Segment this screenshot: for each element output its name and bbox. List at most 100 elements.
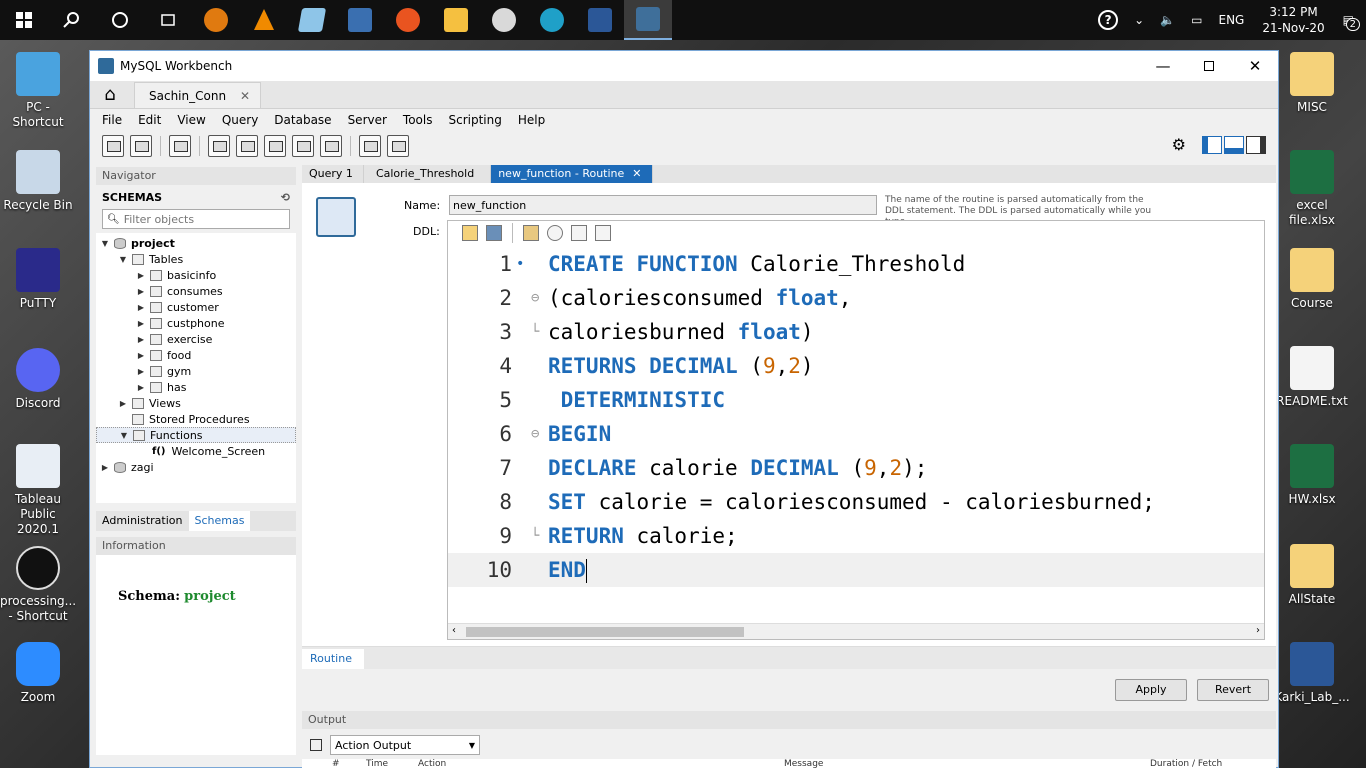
tree-node-table[interactable]: ▶ customer (96, 299, 296, 315)
taskbar-app-ubuntu[interactable] (384, 0, 432, 40)
refresh-icon[interactable]: ⟲ (281, 191, 290, 207)
menu-view[interactable]: View (169, 113, 213, 127)
tree-node-table[interactable]: ▶ food (96, 347, 296, 363)
desktop-icon-recycle-bin[interactable]: Recycle Bin (0, 150, 76, 213)
filter-box[interactable]: 🔍︎ (102, 209, 290, 229)
clock[interactable]: 3:12 PM 21-Nov-20 (1262, 4, 1324, 36)
menu-file[interactable]: File (94, 113, 130, 127)
reconnect-icon[interactable] (387, 135, 409, 157)
desktop-icon-karki-lab[interactable]: Karki_Lab_... (1274, 642, 1350, 705)
horizontal-scrollbar[interactable]: ‹ › (448, 623, 1264, 639)
tree-node-table[interactable]: ▶ gym (96, 363, 296, 379)
home-tab[interactable]: ⌂ (90, 80, 130, 108)
apply-button[interactable]: Apply (1115, 679, 1187, 701)
tab-schemas[interactable]: Schemas (188, 511, 251, 531)
taskbar-app-explorer[interactable] (432, 0, 480, 40)
taskbar-app-vlc[interactable] (240, 0, 288, 40)
word-wrap-icon[interactable] (595, 225, 611, 241)
create-procedure-icon[interactable] (292, 135, 314, 157)
taskbar-app-word[interactable] (576, 0, 624, 40)
desktop-icon-excel-file[interactable]: excel file.xlsx (1274, 150, 1350, 228)
desktop-icon-hw[interactable]: HW.xlsx (1274, 444, 1350, 507)
tree-node-views[interactable]: ▶ Views (96, 395, 296, 411)
tab-new-function-routine[interactable]: new_function - Routine ✕ (491, 165, 653, 183)
menu-server[interactable]: Server (340, 113, 395, 127)
code-line[interactable]: 2 ⊖ (caloriesconsumed float, (448, 281, 1264, 315)
connection-tab[interactable]: Sachin_Conn ✕ (134, 82, 262, 108)
expand-arrow-icon[interactable]: ▶ (136, 271, 146, 280)
chevron-up-icon[interactable]: ⌄ (1134, 13, 1144, 27)
scroll-right-icon[interactable]: › (1256, 625, 1260, 636)
create-view-icon[interactable] (264, 135, 286, 157)
collapse-arrow-icon[interactable]: ▼ (118, 255, 128, 264)
volume-icon[interactable]: 🔈 (1160, 13, 1175, 27)
new-sql-tab-icon[interactable] (102, 135, 124, 157)
tree-node-table[interactable]: ▶ has (96, 379, 296, 395)
search-button[interactable] (48, 0, 96, 40)
desktop-icon-tableau[interactable]: Tableau Public 2020.1 (0, 444, 76, 537)
expand-arrow-icon[interactable]: ▶ (136, 367, 146, 376)
menu-query[interactable]: Query (214, 113, 266, 127)
create-function-icon[interactable] (320, 135, 342, 157)
code-line[interactable]: 1 • CREATE FUNCTION Calorie_Threshold (448, 247, 1264, 281)
code-line[interactable]: 10 END (448, 553, 1264, 587)
create-schema-icon[interactable] (208, 135, 230, 157)
column-header-message[interactable]: Message (784, 759, 823, 768)
tree-node-table[interactable]: ▶ consumes (96, 283, 296, 299)
invisible-chars-icon[interactable] (571, 225, 587, 241)
title-bar[interactable]: MySQL Workbench — ✕ (90, 51, 1278, 81)
close-tab-icon[interactable]: ✕ (240, 89, 250, 103)
tree-node-table[interactable]: ▶ exercise (96, 331, 296, 347)
tree-node-function[interactable]: f() Welcome_Screen (96, 443, 296, 459)
battery-icon[interactable]: ▭ (1191, 13, 1202, 27)
expand-arrow-icon[interactable]: ▶ (136, 303, 146, 312)
tab-query-1[interactable]: Query 1 (302, 165, 364, 183)
notification-icon[interactable]: ▤2 (1343, 13, 1360, 31)
ddl-editor[interactable]: 1 • CREATE FUNCTION Calorie_Threshold 2 ⊖ (ca… (447, 220, 1265, 640)
inspector-icon[interactable] (169, 135, 191, 157)
find-icon[interactable] (547, 225, 563, 241)
tree-node-table[interactable]: ▶ basicinfo (96, 267, 296, 283)
search-table-data-icon[interactable] (359, 135, 381, 157)
scrollbar-thumb[interactable] (466, 627, 744, 637)
filter-input[interactable] (123, 212, 284, 226)
task-view-button[interactable] (144, 0, 192, 40)
help-icon[interactable]: ? (1098, 10, 1119, 30)
expand-arrow-icon[interactable]: ▶ (100, 463, 110, 472)
toggle-secondary-sidebar-icon[interactable] (1246, 135, 1266, 154)
column-header-duration[interactable]: Duration / Fetch (1150, 759, 1222, 768)
desktop-icon-processing[interactable]: processing... - Shortcut (0, 546, 76, 624)
taskbar-app-notes[interactable] (288, 0, 336, 40)
column-header-number[interactable]: # (332, 759, 340, 768)
collapse-arrow-icon[interactable]: ▼ (119, 431, 129, 440)
tree-node-tables[interactable]: ▼ Tables (96, 251, 296, 267)
tree-node-functions[interactable]: ▼ Functions (96, 427, 296, 443)
close-button[interactable]: ✕ (1232, 51, 1278, 81)
output-type-select[interactable]: Action Output ▼ (330, 735, 480, 755)
desktop-icon-readme[interactable]: README.txt (1274, 346, 1350, 409)
desktop-icon-allstate[interactable]: AllState (1274, 544, 1350, 607)
tab-calorie-threshold[interactable]: Calorie_Threshold (364, 165, 492, 183)
code-line[interactable]: 5 DETERMINISTIC (448, 383, 1264, 417)
expand-arrow-icon[interactable]: ▶ (136, 351, 146, 360)
routine-name-field[interactable]: new_function (449, 195, 877, 215)
desktop-icon-putty[interactable]: PuTTY (0, 248, 76, 311)
menu-help[interactable]: Help (510, 113, 553, 127)
open-sql-script-icon[interactable] (130, 135, 152, 157)
code-line[interactable]: 9 └ RETURN calorie; (448, 519, 1264, 553)
maximize-button[interactable] (1186, 51, 1232, 81)
desktop-icon-misc[interactable]: MISC (1274, 52, 1350, 115)
expand-arrow-icon[interactable]: ▶ (136, 287, 146, 296)
tree-node-table[interactable]: ▶ custphone (96, 315, 296, 331)
taskbar-app-edge[interactable] (528, 0, 576, 40)
tab-administration[interactable]: Administration (96, 511, 189, 531)
collapse-arrow-icon[interactable]: ▼ (100, 239, 110, 248)
taskbar-app-paint[interactable] (480, 0, 528, 40)
expand-arrow-icon[interactable]: ▶ (136, 383, 146, 392)
toggle-output-icon[interactable] (1224, 135, 1244, 154)
column-header-time[interactable]: Time (366, 759, 388, 768)
code-line[interactable]: 4 RETURNS DECIMAL (9,2) (448, 349, 1264, 383)
code-line[interactable]: 3 └ caloriesburned float) (448, 315, 1264, 349)
save-icon[interactable] (486, 225, 502, 241)
cortana-button[interactable] (96, 0, 144, 40)
